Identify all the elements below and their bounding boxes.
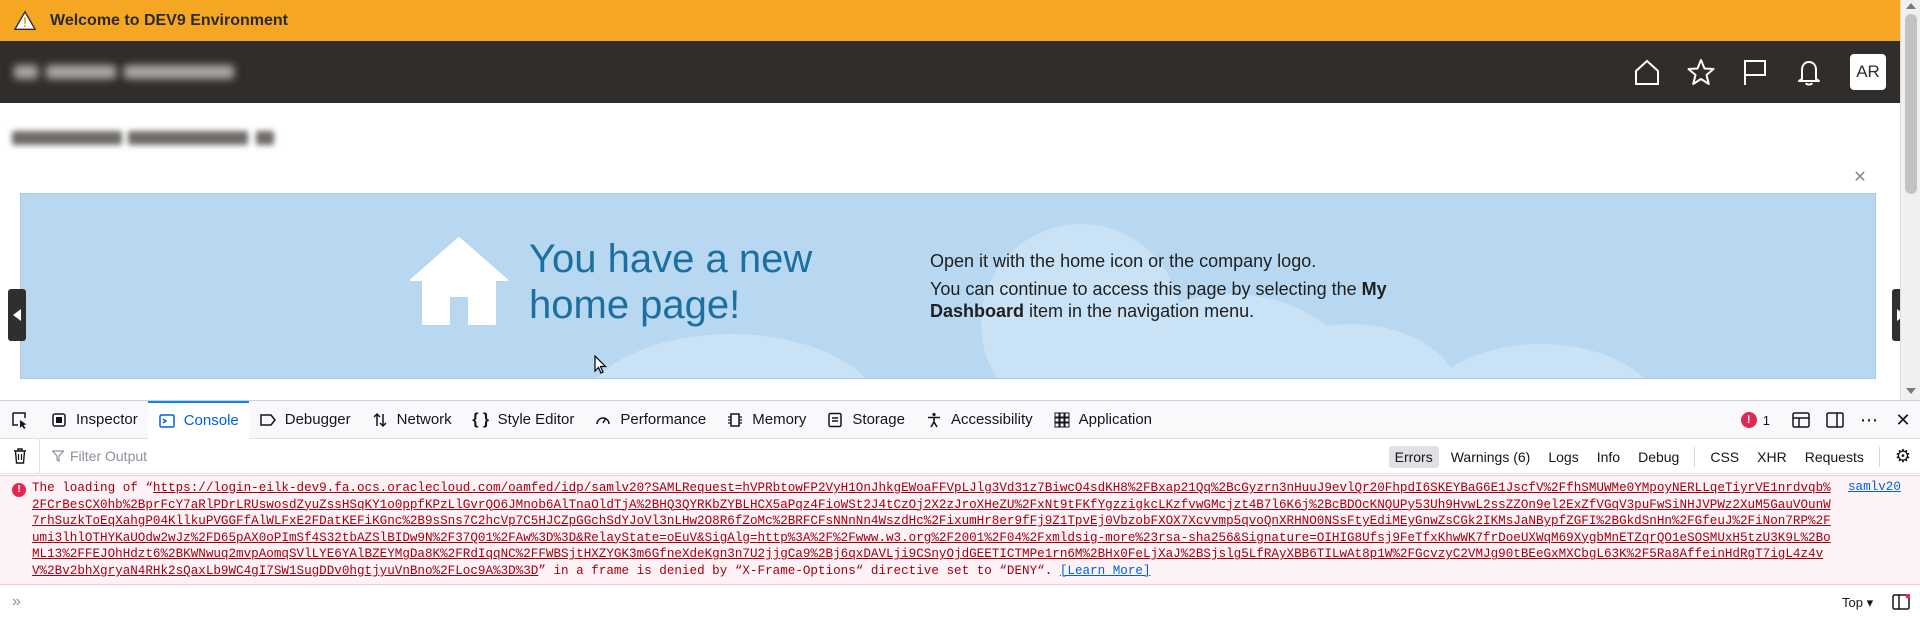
tab-console[interactable]: Console <box>147 400 249 439</box>
tab-application[interactable]: Application <box>1043 401 1162 439</box>
new-home-page-banner: You have a new home page! Open it with t… <box>20 193 1876 379</box>
close-banner-icon[interactable]: ✕ <box>1852 170 1868 186</box>
warning-icon <box>14 9 36 30</box>
environment-banner: Welcome to DEV9 Environment <box>0 0 1900 41</box>
mouse-cursor <box>594 355 607 374</box>
ellipsis-icon: ⋯ <box>1860 409 1878 430</box>
tab-memory[interactable]: Memory <box>716 401 816 439</box>
filter-warnings-button[interactable]: Warnings (6) <box>1445 446 1537 468</box>
more-options-button[interactable]: ⋯ <box>1852 401 1886 439</box>
clear-console-button[interactable] <box>0 438 40 474</box>
error-count-badge[interactable]: ! 1 <box>1740 412 1770 428</box>
filter-output-input[interactable]: Filter Output <box>40 448 147 464</box>
previous-arrow-button[interactable] <box>8 289 26 341</box>
favorites-button[interactable] <box>1674 41 1728 103</box>
devtools-tab-bar: Inspector Console Debugger Network { } S… <box>0 400 1920 439</box>
home-button[interactable] <box>1620 41 1674 103</box>
context-selector[interactable]: Top ▾ <box>1842 595 1873 611</box>
editor-mode-icon[interactable] <box>1892 594 1910 610</box>
console-input[interactable]: » Top ▾ <box>0 585 1920 619</box>
filter-requests-button[interactable]: Requests <box>1799 446 1870 468</box>
element-picker-button[interactable] <box>0 401 40 439</box>
debugger-icon <box>260 413 276 426</box>
trash-icon <box>13 448 26 464</box>
hero-line-1: Open it with the home icon or the compan… <box>930 251 1317 271</box>
error-icon: ! <box>12 483 26 497</box>
filter-xhr-button[interactable]: XHR <box>1751 446 1793 468</box>
split-console-button[interactable] <box>1784 401 1818 439</box>
tab-accessibility[interactable]: Accessibility <box>915 401 1043 439</box>
flag-icon <box>1744 60 1766 85</box>
performance-icon <box>596 416 611 424</box>
hero-description: Open it with the home icon or the compan… <box>930 250 1450 328</box>
chevron-right-icon: » <box>12 593 21 610</box>
split-console-icon <box>1792 412 1810 428</box>
filter-errors-button[interactable]: Errors <box>1388 445 1439 468</box>
user-avatar[interactable]: AR <box>1850 54 1886 90</box>
hero-line-2: You can continue to access this page by … <box>930 279 1387 321</box>
welcome-greeting <box>12 124 312 154</box>
filter-css-button[interactable]: CSS <box>1704 446 1745 468</box>
watchlist-button[interactable] <box>1728 41 1782 103</box>
filter-info-button[interactable]: Info <box>1591 446 1626 468</box>
home-icon <box>1635 59 1659 85</box>
console-icon <box>158 413 175 428</box>
tab-style-editor[interactable]: { } Style Editor <box>462 401 585 439</box>
console-error-message: ! The loading of “https://login-eilk-dev… <box>0 475 1920 585</box>
learn-more-link[interactable]: [Learn More] <box>1060 564 1151 578</box>
app-header: AR <box>0 41 1900 103</box>
filter-logs-button[interactable]: Logs <box>1542 446 1584 468</box>
filter-icon <box>52 450 64 462</box>
console-settings-button[interactable]: ⚙ <box>1889 443 1917 470</box>
developer-tools-panel: Inspector Console Debugger Network { } S… <box>0 400 1920 632</box>
bell-icon <box>1798 61 1820 86</box>
tab-network[interactable]: Network <box>361 401 462 439</box>
close-icon: ✕ <box>1895 409 1911 430</box>
environment-banner-text: Welcome to DEV9 Environment <box>50 11 288 29</box>
element-picker-icon <box>12 411 27 429</box>
error-icon: ! <box>1740 412 1757 428</box>
hero-title: You have a new home page! <box>529 237 813 327</box>
company-logo[interactable] <box>14 55 240 89</box>
dock-toggle-button[interactable] <box>1818 401 1852 439</box>
tab-performance[interactable]: Performance <box>584 401 716 439</box>
close-devtools-button[interactable]: ✕ <box>1886 401 1920 439</box>
tab-inspector[interactable]: Inspector <box>40 401 148 439</box>
inspector-icon <box>52 412 66 427</box>
star-icon <box>1687 59 1715 85</box>
application-icon <box>1054 412 1070 427</box>
storage-icon <box>828 412 843 427</box>
network-icon <box>373 412 387 427</box>
accessibility-icon <box>927 412 940 427</box>
error-message-text: The loading of “https://login-eilk-dev9.… <box>32 481 1831 578</box>
memory-icon <box>728 412 743 427</box>
message-source-link[interactable]: samlv20 <box>1848 480 1901 494</box>
dock-icon <box>1826 412 1844 428</box>
notifications-button[interactable] <box>1782 41 1836 103</box>
tab-debugger[interactable]: Debugger <box>249 401 361 439</box>
tab-storage[interactable]: Storage <box>816 401 915 439</box>
gear-icon: ⚙ <box>1894 446 1911 466</box>
console-filter-bar: Filter Output Errors Warnings (6) Logs I… <box>0 438 1920 474</box>
page-scrollbar[interactable] <box>1900 0 1920 400</box>
style-editor-icon: { } <box>472 410 490 428</box>
home-icon <box>410 237 508 325</box>
filter-debug-button[interactable]: Debug <box>1632 446 1685 468</box>
